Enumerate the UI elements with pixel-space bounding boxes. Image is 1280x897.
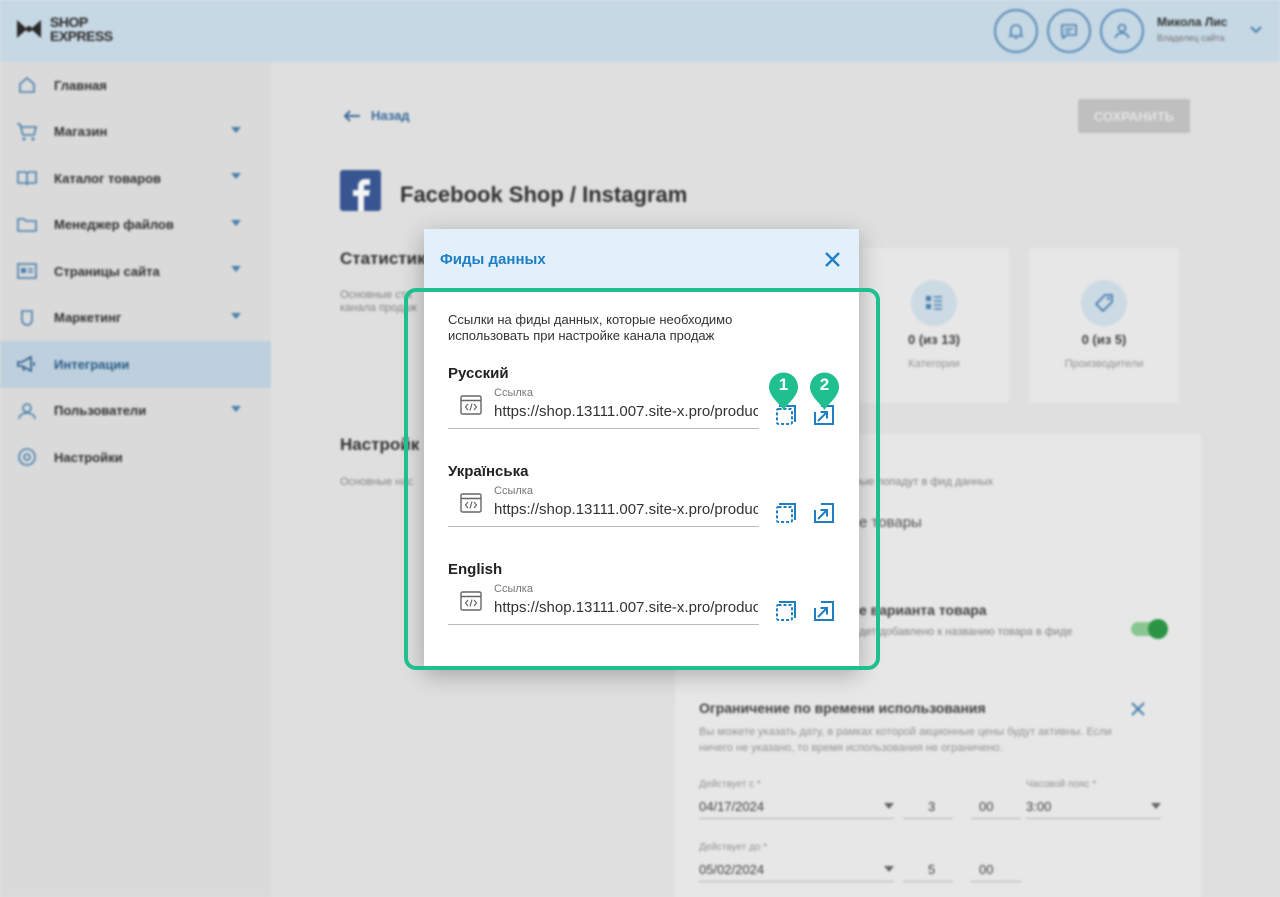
feed-item-english: English Ссылка https://shop.13111.007.si… [448, 561, 835, 638]
marker-number: 2 [819, 375, 830, 394]
dialog-body: Ссылки на фиды данных, которые необходим… [424, 290, 859, 638]
feed-link-field[interactable]: Ссылка https://shop.13111.007.site-x.pro… [448, 583, 759, 625]
feed-link-value[interactable]: https://shop.13111.007.site-x.pro/produc… [494, 403, 758, 420]
code-window-icon [460, 591, 482, 611]
dialog-header: Фиды данных [424, 229, 859, 290]
feed-link-value[interactable]: https://shop.13111.007.site-x.pro/produc… [494, 599, 758, 616]
copy-icon[interactable] [774, 501, 798, 525]
feed-language: Українська [448, 463, 529, 480]
feed-link-field[interactable]: Ссылка https://shop.13111.007.site-x.pro… [448, 387, 759, 429]
marker-number: 1 [778, 375, 789, 394]
dialog-description: Ссылки на фиды данных, которые необходим… [448, 312, 733, 343]
feed-item-ukrainian: Українська Ссылка https://shop.13111.007… [448, 463, 835, 540]
annotation-marker-1: 1 [768, 372, 799, 410]
feed-link-value[interactable]: https://shop.13111.007.site-x.pro/produc… [494, 501, 758, 518]
annotation-marker-2: 2 [809, 372, 840, 410]
feed-link-label: Ссылка [494, 387, 533, 399]
close-icon[interactable] [824, 251, 841, 268]
open-external-icon[interactable] [812, 599, 836, 623]
copy-icon[interactable] [774, 599, 798, 623]
feed-link-label: Ссылка [494, 583, 533, 595]
feed-link-label: Ссылка [494, 485, 533, 497]
code-window-icon [460, 493, 482, 513]
open-external-icon[interactable] [812, 501, 836, 525]
code-window-icon [460, 395, 482, 415]
feed-language: English [448, 561, 503, 578]
feed-link-field[interactable]: Ссылка https://shop.13111.007.site-x.pro… [448, 485, 759, 527]
data-feeds-dialog: Фиды данных Ссылки на фиды данных, котор… [424, 229, 859, 668]
dialog-title: Фиды данных [440, 251, 546, 268]
